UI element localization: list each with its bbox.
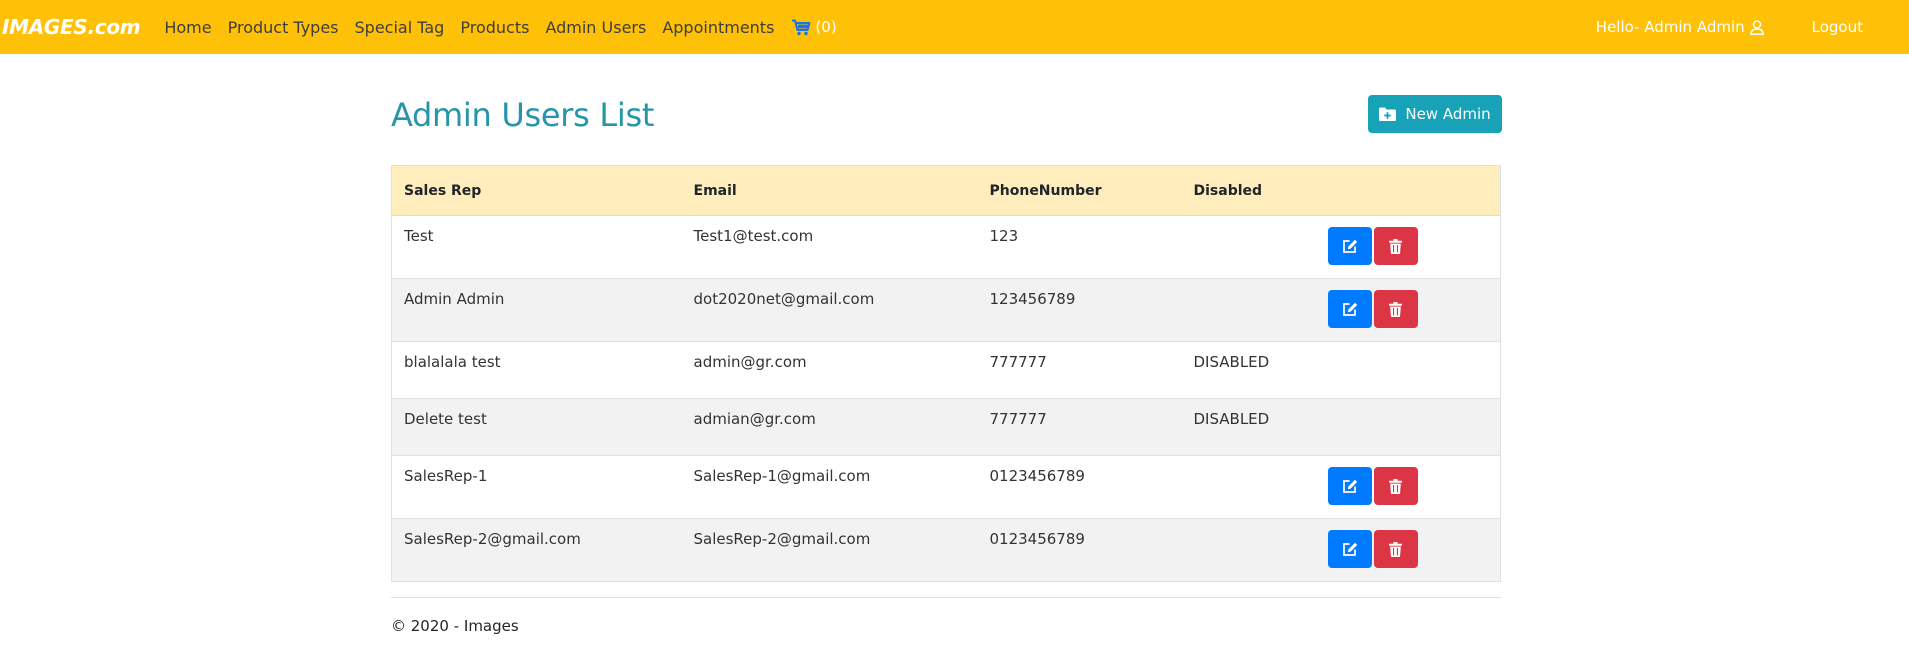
cell-email: admin@gr.com <box>681 341 978 399</box>
cell-sales-rep: Test <box>391 215 682 279</box>
cell-actions <box>1327 455 1501 519</box>
new-admin-button[interactable]: New Admin <box>1368 95 1502 133</box>
folder-plus-icon <box>1379 107 1397 121</box>
cell-phone: 777777 <box>977 398 1182 456</box>
cart-icon <box>792 19 811 35</box>
user-icon <box>1749 19 1764 35</box>
delete-button[interactable] <box>1373 467 1418 505</box>
header-actions <box>1327 165 1501 216</box>
brand-logo[interactable]: IMAGES.com <box>2 15 141 39</box>
user-greeting-link[interactable]: Hello- Admin Admin <box>1596 18 1764 36</box>
table-row: Delete test admian@gr.com 777777 DISABLE… <box>391 398 1501 456</box>
table-row: Admin Admin dot2020net@gmail.com 1234567… <box>391 278 1501 342</box>
page-title: Admin Users List <box>391 96 655 134</box>
trash-icon <box>1389 238 1402 254</box>
navbar: IMAGES.com Home Product Types Special Ta… <box>0 0 1909 54</box>
cell-email: dot2020net@gmail.com <box>681 278 978 342</box>
cell-email: SalesRep-1@gmail.com <box>681 455 978 519</box>
edit-button[interactable] <box>1327 530 1372 568</box>
admin-users-table: Sales Rep Email PhoneNumber Disabled Tes… <box>391 165 1501 582</box>
trash-icon <box>1389 541 1402 557</box>
table-row: Test Test1@test.com 123 <box>391 215 1501 279</box>
footer-copyright: © 2020 - Images <box>391 617 519 635</box>
table-row: SalesRep-2@gmail.com SalesRep-2@gmail.co… <box>391 518 1501 582</box>
cell-disabled <box>1181 518 1328 582</box>
cell-phone: 777777 <box>977 341 1182 399</box>
cell-actions <box>1327 341 1501 399</box>
nav-link-home[interactable]: Home <box>164 18 211 37</box>
header-email: Email <box>681 165 978 216</box>
cell-sales-rep: Delete test <box>391 398 682 456</box>
edit-icon <box>1342 239 1357 253</box>
cell-disabled <box>1181 278 1328 342</box>
nav-link-products[interactable]: Products <box>460 18 529 37</box>
cell-email: SalesRep-2@gmail.com <box>681 518 978 582</box>
footer-divider <box>391 597 1501 598</box>
header-sales-rep: Sales Rep <box>391 165 682 216</box>
table-header-row: Sales Rep Email PhoneNumber Disabled <box>391 165 1501 216</box>
cell-phone: 0123456789 <box>977 518 1182 582</box>
edit-icon <box>1342 302 1357 316</box>
user-greeting: Hello- Admin Admin <box>1595 18 1745 36</box>
cell-phone: 0123456789 <box>977 455 1182 519</box>
new-admin-label: New Admin <box>1405 105 1491 123</box>
edit-icon <box>1342 542 1357 556</box>
header-phone-number: PhoneNumber <box>977 165 1182 216</box>
nav-link-appointments[interactable]: Appointments <box>662 18 774 37</box>
cell-email: Test1@test.com <box>681 215 978 279</box>
cell-sales-rep: blalalala test <box>391 341 682 399</box>
cell-sales-rep: Admin Admin <box>391 278 682 342</box>
table-row: blalalala test admin@gr.com 777777 DISAB… <box>391 341 1501 399</box>
cell-disabled: DISABLED <box>1181 341 1328 399</box>
trash-icon <box>1389 478 1402 494</box>
table-row: SalesRep-1 SalesRep-1@gmail.com 01234567… <box>391 455 1501 519</box>
cell-disabled <box>1181 455 1328 519</box>
trash-icon <box>1389 301 1402 317</box>
header-disabled: Disabled <box>1181 165 1328 216</box>
cell-actions <box>1327 398 1501 456</box>
logout-link[interactable]: Logout <box>1812 18 1863 36</box>
cell-sales-rep: SalesRep-2@gmail.com <box>391 518 682 582</box>
cart-count: (0) <box>815 18 837 36</box>
edit-button[interactable] <box>1327 467 1372 505</box>
delete-button[interactable] <box>1373 227 1418 265</box>
edit-icon <box>1342 479 1357 493</box>
edit-button[interactable] <box>1327 290 1372 328</box>
cell-disabled: DISABLED <box>1181 398 1328 456</box>
cell-phone: 123456789 <box>977 278 1182 342</box>
cell-phone: 123 <box>977 215 1182 279</box>
nav-link-product-types[interactable]: Product Types <box>228 18 339 37</box>
cart-link[interactable]: (0) <box>791 18 837 36</box>
delete-button[interactable] <box>1373 290 1418 328</box>
cell-actions <box>1327 215 1501 279</box>
cell-email: admian@gr.com <box>681 398 978 456</box>
edit-button[interactable] <box>1327 227 1372 265</box>
nav-right: Hello- Admin Admin Logout <box>1596 0 1863 54</box>
page: IMAGES.com Home Product Types Special Ta… <box>0 0 1909 650</box>
nav-links: Home Product Types Special Tag Products … <box>164 18 836 37</box>
delete-button[interactable] <box>1373 530 1418 568</box>
cell-actions <box>1327 278 1501 342</box>
cell-actions <box>1327 518 1501 582</box>
nav-link-admin-users[interactable]: Admin Users <box>545 18 646 37</box>
cell-disabled <box>1181 215 1328 279</box>
nav-link-special-tag[interactable]: Special Tag <box>355 18 445 37</box>
cell-sales-rep: SalesRep-1 <box>391 455 682 519</box>
